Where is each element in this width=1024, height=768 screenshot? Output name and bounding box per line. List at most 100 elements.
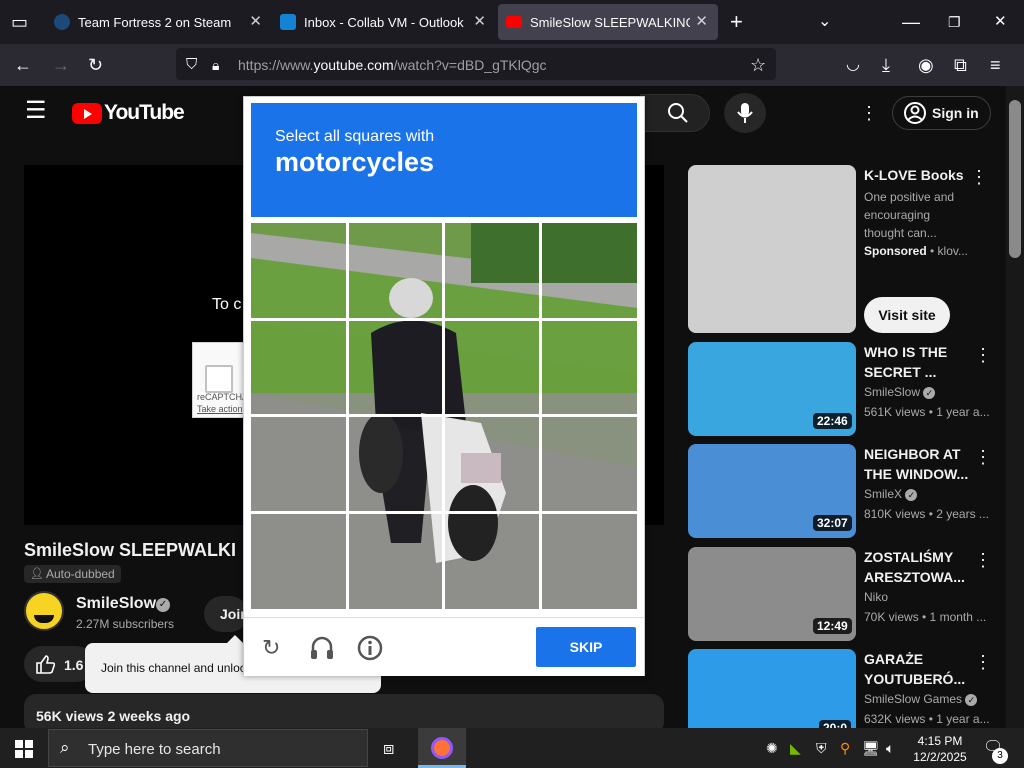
new-tab-icon[interactable]: + [730, 11, 743, 33]
taskbar-clock[interactable]: 4:15 PM 12/2/2025 [912, 733, 968, 765]
volume-icon[interactable]: 🔈︎ [886, 738, 894, 758]
video-more-icon[interactable]: ⋮ [974, 346, 992, 364]
video-channel-name: SmileX [864, 487, 903, 501]
auto-dubbed-badge: 👤︎ Auto-dubbed [24, 565, 121, 583]
captcha-tile-r4c3[interactable] [444, 513, 539, 608]
security-shield-icon[interactable]: ⛨ [816, 738, 827, 758]
video-channel-name: Niko [864, 590, 889, 604]
info-icon[interactable] [356, 634, 384, 662]
video-more-icon[interactable]: ⋮ [974, 448, 992, 466]
captcha-tile-r1c2[interactable] [348, 223, 443, 318]
windows-start-icon[interactable] [15, 740, 33, 758]
minimize-icon[interactable]: — [902, 12, 920, 32]
user-circle-icon [904, 102, 926, 124]
video-channel[interactable]: SmileSlow ✓ [864, 385, 936, 399]
account-icon[interactable]: ◉ [918, 55, 934, 75]
captcha-tile-r2c2[interactable] [348, 320, 443, 415]
network-icon[interactable]: 🖥︎ [862, 738, 880, 758]
captcha-tile-r2c1[interactable] [251, 320, 346, 415]
outlook-icon [280, 14, 296, 30]
reload-icon[interactable]: ↻ [88, 55, 103, 75]
video-title-line[interactable]: ZOSTALIŚMY [864, 547, 988, 567]
video-meta: 70K views • 1 month ... [864, 610, 987, 624]
captcha-tile-r2c4[interactable] [541, 320, 636, 415]
youtube-logo-text[interactable]: YouTube [104, 101, 185, 125]
video-channel[interactable]: SmileX ✓ [864, 487, 918, 501]
reload-challenge-icon[interactable]: ↻ [262, 636, 280, 660]
video-meta: 810K views • 2 years ... [864, 507, 989, 521]
captcha-tile-r1c4[interactable] [541, 223, 636, 318]
captcha-target-object: motorcycles [275, 147, 435, 177]
recaptcha-take-action-link[interactable]: Take action [197, 404, 243, 414]
window-close-icon[interactable]: ✕ [994, 12, 1007, 32]
thumbs-up-icon [36, 655, 56, 674]
verified-icon: ✓ [965, 694, 978, 706]
extensions-icon[interactable]: ⧉ [954, 55, 967, 75]
tab-overview-icon[interactable]: ▭ [11, 12, 28, 32]
tab-outlook[interactable]: Inbox - Collab VM - Outlook ✕ [272, 4, 496, 40]
captcha-image-grid [251, 223, 637, 609]
captcha-tile-r1c3[interactable] [444, 223, 539, 318]
task-view-icon[interactable]: ⧈ [383, 738, 394, 758]
youtube-logo-icon[interactable] [72, 103, 102, 124]
hamburger-menu-icon[interactable]: ☰ [25, 99, 47, 123]
captcha-tile-r4c4[interactable] [541, 513, 636, 608]
bookmark-star-icon[interactable]: ☆ [750, 55, 766, 75]
join-button[interactable]: Join [204, 596, 249, 632]
shield-icon[interactable]: ⛉ [186, 55, 197, 75]
video-meta: 632K views • 1 year a... [864, 712, 990, 726]
speaker-person-icon: 👤︎ [30, 568, 44, 580]
menu-icon[interactable]: ≡ [990, 55, 1001, 75]
video-channel[interactable]: Niko [864, 590, 888, 604]
more-options-icon[interactable]: ⋮ [860, 104, 878, 122]
audio-challenge-icon[interactable] [308, 634, 336, 662]
ad-desc-line: encouraging [864, 208, 931, 222]
video-more-icon[interactable]: ⋮ [974, 551, 992, 569]
captcha-tile-r3c4[interactable] [541, 416, 636, 511]
video-title-line[interactable]: ARESZTOWA... [864, 567, 988, 587]
captcha-tile-r3c2[interactable] [348, 416, 443, 511]
restore-icon[interactable]: ❐ [948, 12, 961, 32]
ad-thumbnail[interactable] [688, 165, 856, 333]
visit-site-button[interactable]: Visit site [864, 297, 950, 333]
captcha-tile-r3c3[interactable] [444, 416, 539, 511]
pocket-icon[interactable]: ◡ [846, 55, 860, 75]
captcha-tile-r3c1[interactable] [251, 416, 346, 511]
subscriber-count: 2.27M subscribers [76, 617, 175, 631]
chevron-down-icon[interactable]: ⌄ [818, 12, 831, 32]
video-more-icon[interactable]: ⋮ [974, 653, 992, 671]
close-tab-icon[interactable]: ✕ [695, 14, 708, 30]
video-channel[interactable]: SmileSlow Games ✓ [864, 692, 978, 706]
back-icon[interactable]: ← [14, 55, 32, 75]
skip-button[interactable]: SKIP [536, 627, 636, 667]
forward-icon[interactable]: → [52, 55, 70, 75]
captcha-tile-r2c3[interactable] [444, 320, 539, 415]
video-title-line[interactable]: WHO IS THE [864, 342, 988, 362]
captcha-tile-r4c1[interactable] [251, 513, 346, 608]
video-duration: 22:46 [813, 413, 852, 429]
ad-more-icon[interactable]: ⋮ [970, 168, 988, 186]
video-title-line[interactable]: SECRET ... [864, 362, 988, 382]
video-title-line[interactable]: YOUTUBERÓ... [864, 669, 988, 689]
channel-name[interactable]: SmileSlow [76, 595, 156, 613]
scrollbar-thumb[interactable] [1009, 100, 1021, 258]
captcha-tile-r4c2[interactable] [348, 513, 443, 608]
close-tab-icon[interactable]: ✕ [473, 14, 486, 30]
video-title-line[interactable]: GARAŻE [864, 649, 988, 669]
video-title-line[interactable]: NEIGHBOR AT [864, 444, 988, 464]
ad-desc-line: thought can... [864, 226, 937, 240]
tab-youtube[interactable]: SmileSlow SLEEPWALKING at 3 ✕ [498, 4, 718, 40]
video-duration: 32:07 [813, 515, 852, 531]
close-tab-icon[interactable]: ✕ [249, 14, 262, 30]
video-title-line[interactable]: THE WINDOW... [864, 464, 988, 484]
search-app-icon[interactable]: ⚲ [840, 738, 850, 758]
lock-icon[interactable]: 🔒︎ [212, 55, 219, 75]
tab-steam[interactable]: Team Fortress 2 on Steam ✕ [44, 4, 272, 40]
download-icon[interactable]: ⤓ [882, 55, 890, 75]
captcha-tile-r1c1[interactable] [251, 223, 346, 318]
channel-avatar[interactable] [24, 591, 64, 631]
video-blocked-message: To c [212, 296, 242, 313]
sign-in-label: Sign in [932, 105, 979, 121]
nvidia-icon[interactable]: ◣ [790, 738, 801, 758]
recaptcha-checkbox[interactable] [205, 365, 233, 393]
